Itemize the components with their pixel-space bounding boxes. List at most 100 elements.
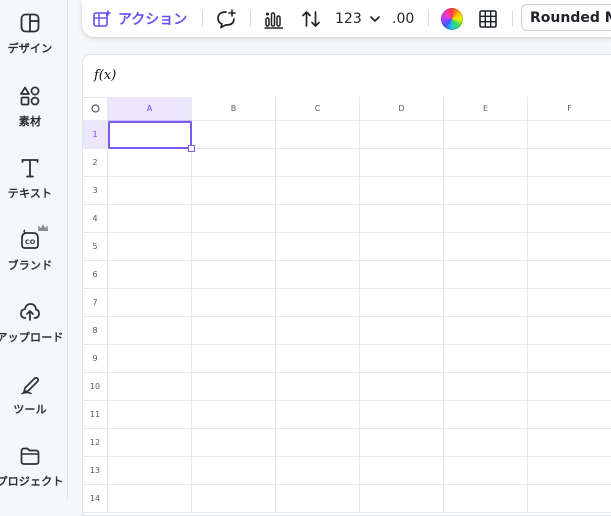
table-cell[interactable] — [192, 289, 276, 317]
table-cell[interactable] — [528, 401, 611, 429]
row-header[interactable]: 2 — [83, 149, 108, 177]
decimal-button[interactable]: .00 — [392, 0, 414, 37]
fill-handle[interactable] — [188, 145, 195, 152]
table-cell[interactable] — [192, 345, 276, 373]
table-cell[interactable] — [360, 261, 444, 289]
table-cell[interactable] — [108, 317, 192, 345]
sort-button[interactable] — [300, 0, 322, 37]
table-cell[interactable] — [360, 205, 444, 233]
table-cell[interactable] — [444, 317, 528, 345]
table-cell[interactable] — [528, 149, 611, 177]
table-cell[interactable] — [276, 149, 360, 177]
table-cell[interactable] — [360, 317, 444, 345]
table-cell[interactable] — [444, 429, 528, 457]
table-cell[interactable] — [528, 233, 611, 261]
row-header[interactable]: 6 — [83, 261, 108, 289]
selected-cell-outline[interactable] — [108, 121, 192, 149]
sidebar-item-elements[interactable]: 素材 — [0, 85, 60, 147]
table-cell[interactable] — [444, 401, 528, 429]
table-cell[interactable] — [192, 373, 276, 401]
sidebar-item-text[interactable]: テキスト — [0, 157, 60, 219]
table-cell[interactable] — [444, 261, 528, 289]
table-cell[interactable] — [192, 317, 276, 345]
sidebar-item-tools[interactable]: ツール — [0, 373, 60, 435]
row-header[interactable]: 3 — [83, 177, 108, 205]
table-borders-button[interactable] — [478, 0, 498, 37]
table-cell[interactable] — [276, 317, 360, 345]
table-cell[interactable] — [360, 233, 444, 261]
table-cell[interactable] — [444, 205, 528, 233]
table-cell[interactable] — [360, 401, 444, 429]
table-cell[interactable] — [192, 457, 276, 485]
row-header[interactable]: 1 — [83, 121, 108, 149]
table-cell[interactable] — [276, 261, 360, 289]
color-picker-button[interactable] — [441, 0, 463, 37]
table-cell[interactable] — [444, 177, 528, 205]
table-cell[interactable] — [108, 457, 192, 485]
chart-button[interactable] — [263, 0, 285, 37]
table-cell[interactable] — [108, 233, 192, 261]
row-header[interactable]: 13 — [83, 457, 108, 485]
table-cell[interactable] — [276, 205, 360, 233]
column-header[interactable]: F — [528, 97, 611, 121]
table-cell[interactable] — [276, 289, 360, 317]
table-cell[interactable] — [108, 289, 192, 317]
table-cell[interactable] — [528, 289, 611, 317]
select-all-corner[interactable] — [83, 97, 108, 121]
column-header[interactable]: D — [360, 97, 444, 121]
table-cell[interactable] — [108, 261, 192, 289]
table-cell[interactable] — [360, 149, 444, 177]
sidebar-item-projects[interactable]: プロジェクト — [0, 445, 63, 507]
table-cell[interactable] — [192, 485, 276, 513]
table-cell[interactable] — [192, 205, 276, 233]
table-cell[interactable] — [108, 345, 192, 373]
table-cell[interactable] — [276, 121, 360, 149]
row-header[interactable]: 5 — [83, 233, 108, 261]
row-header[interactable]: 9 — [83, 345, 108, 373]
formula-bar[interactable]: f(x) — [83, 55, 611, 98]
table-cell[interactable] — [192, 401, 276, 429]
table-cell[interactable] — [276, 485, 360, 513]
action-button[interactable]: アクション — [92, 0, 187, 37]
table-cell[interactable] — [528, 205, 611, 233]
table-cell[interactable] — [528, 457, 611, 485]
table-cell[interactable] — [192, 261, 276, 289]
table-cell[interactable] — [192, 429, 276, 457]
table-cell[interactable] — [108, 177, 192, 205]
row-header[interactable]: 12 — [83, 429, 108, 457]
table-cell[interactable] — [360, 121, 444, 149]
number-format-dropdown[interactable]: 123 — [335, 0, 382, 37]
table-cell[interactable] — [276, 457, 360, 485]
sidebar-item-upload[interactable]: アップロード — [0, 301, 63, 363]
table-cell[interactable] — [108, 373, 192, 401]
table-cell[interactable] — [360, 289, 444, 317]
row-header[interactable]: 7 — [83, 289, 108, 317]
table-cell[interactable] — [528, 177, 611, 205]
table-cell[interactable] — [108, 401, 192, 429]
comment-button[interactable] — [215, 0, 237, 37]
table-cell[interactable] — [108, 485, 192, 513]
sidebar-item-brand[interactable]: CO ブランド — [0, 224, 60, 291]
column-header[interactable]: B — [192, 97, 276, 121]
table-cell[interactable] — [444, 485, 528, 513]
table-cell[interactable] — [528, 373, 611, 401]
table-cell[interactable] — [360, 485, 444, 513]
row-header[interactable]: 8 — [83, 317, 108, 345]
table-cell[interactable] — [444, 121, 528, 149]
table-cell[interactable] — [192, 177, 276, 205]
table-cell[interactable] — [360, 373, 444, 401]
table-cell[interactable] — [276, 177, 360, 205]
table-cell[interactable] — [192, 121, 276, 149]
table-cell[interactable] — [192, 233, 276, 261]
table-cell[interactable] — [276, 401, 360, 429]
table-cell[interactable] — [276, 373, 360, 401]
table-cell[interactable] — [528, 429, 611, 457]
table-cell[interactable] — [276, 429, 360, 457]
table-cell[interactable] — [444, 373, 528, 401]
row-header[interactable]: 14 — [83, 485, 108, 513]
table-cell[interactable] — [108, 429, 192, 457]
table-cell[interactable] — [360, 457, 444, 485]
table-cell[interactable] — [444, 149, 528, 177]
table-cell[interactable] — [444, 233, 528, 261]
table-cell[interactable] — [276, 345, 360, 373]
